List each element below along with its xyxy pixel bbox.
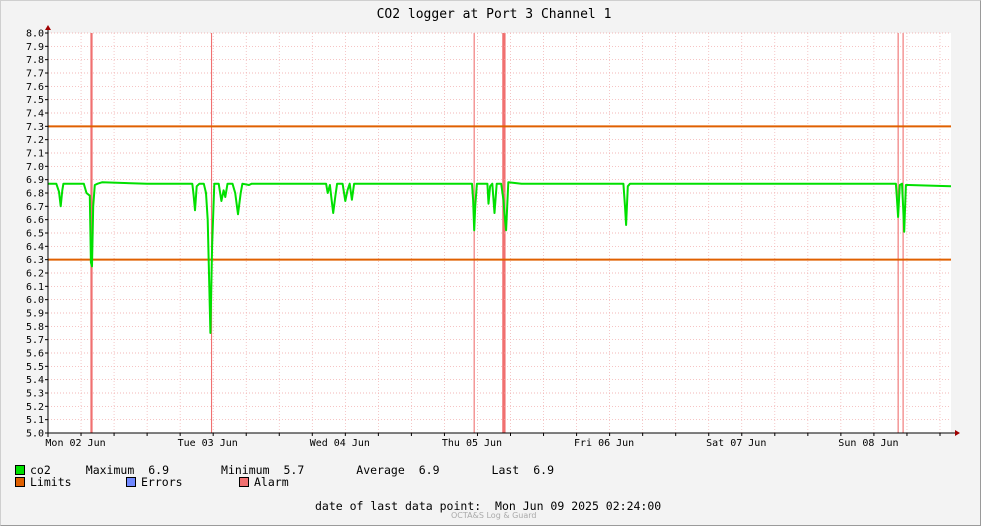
y-tick-label: 6.3 [26,255,44,266]
x-tick-label: Fri 06 Jun [574,438,634,449]
y-tick-label: 5.9 [26,309,44,320]
last-label: Last [491,463,520,477]
y-tick-label: 6.1 [26,282,44,293]
legend-row-markers: Limits Errors Alarm [15,475,289,489]
x-tick-label: Wed 04 Jun [310,438,370,449]
y-tick-label: 5.7 [26,335,44,346]
x-tick-label: Sun 08 Jun [838,438,898,449]
y-tick-label: 5.4 [26,375,44,386]
average-label: Average [356,463,405,477]
x-tick-label: Thu 05 Jun [442,438,502,449]
y-tick-label: 6.8 [26,189,44,200]
y-tick-label: 7.1 [26,149,44,160]
y-tick-label: 6.5 [26,229,44,240]
x-axis-arrow [955,430,960,436]
y-tick-label: 8.0 [26,29,44,40]
limits-swatch [15,477,25,487]
y-tick-label: 6.0 [26,295,44,306]
y-tick-label: 5.0 [26,429,44,440]
last-value: 6.9 [533,463,555,477]
y-tick-label: 7.7 [26,69,44,80]
y-tick-label: 7.6 [26,82,44,93]
y-tick-label: 7.0 [26,162,44,173]
chart-title: CO2 logger at Port 3 Channel 1 [377,7,612,22]
alarm-band [502,33,506,433]
alarm-swatch [239,477,249,487]
watermark: OCTA&S Log & Guard [451,511,537,520]
y-tick-label: 7.2 [26,135,44,146]
y-tick-label: 6.7 [26,202,44,213]
x-tick-label: Mon 02 Jun [45,438,105,449]
y-tick-label: 7.4 [26,109,44,120]
average-value: 6.9 [418,463,440,477]
y-tick-label: 5.1 [26,415,44,426]
y-tick-label: 5.8 [26,322,44,333]
y-tick-label: 7.9 [26,42,44,53]
y-tick-label: 7.8 [26,55,44,66]
co2-swatch [15,465,25,475]
y-tick-label: 6.4 [26,242,44,253]
y-tick-label: 7.5 [26,95,44,106]
x-tick-label: Sat 07 Jun [706,438,766,449]
y-tick-label: 5.3 [26,389,44,400]
y-tick-label: 5.2 [26,402,44,413]
legend-errors-label: Errors [141,475,183,489]
legend-alarm-label: Alarm [254,475,289,489]
y-tick-label: 5.5 [26,362,44,373]
y-tick-label: 6.2 [26,269,44,280]
y-tick-label: 5.6 [26,349,44,360]
errors-swatch [126,477,136,487]
co2-chart: 5.0 5.1 5.2 5.3 5.4 5.5 5.6 5.7 5.8 5.9 6.0 6.1 6.2 6… [26,7,960,449]
y-tick-label: 7.3 [26,122,44,133]
y-tick-label: 6.9 [26,175,44,186]
y-tick-labels: 5.0 5.1 5.2 5.3 5.4 5.5 5.6 5.7 5.8 5.9 6.0 6.1 6.2 6… [26,29,44,440]
legend-limits-label: Limits [30,475,72,489]
y-tick-label: 6.6 [26,215,44,226]
y-axis-arrow [45,25,51,30]
x-tick-labels: Mon 02 Jun Tue 03 Jun Wed 04 Jun Thu 05 Jun… [45,438,898,449]
x-tick-label: Tue 03 Jun [178,438,238,449]
